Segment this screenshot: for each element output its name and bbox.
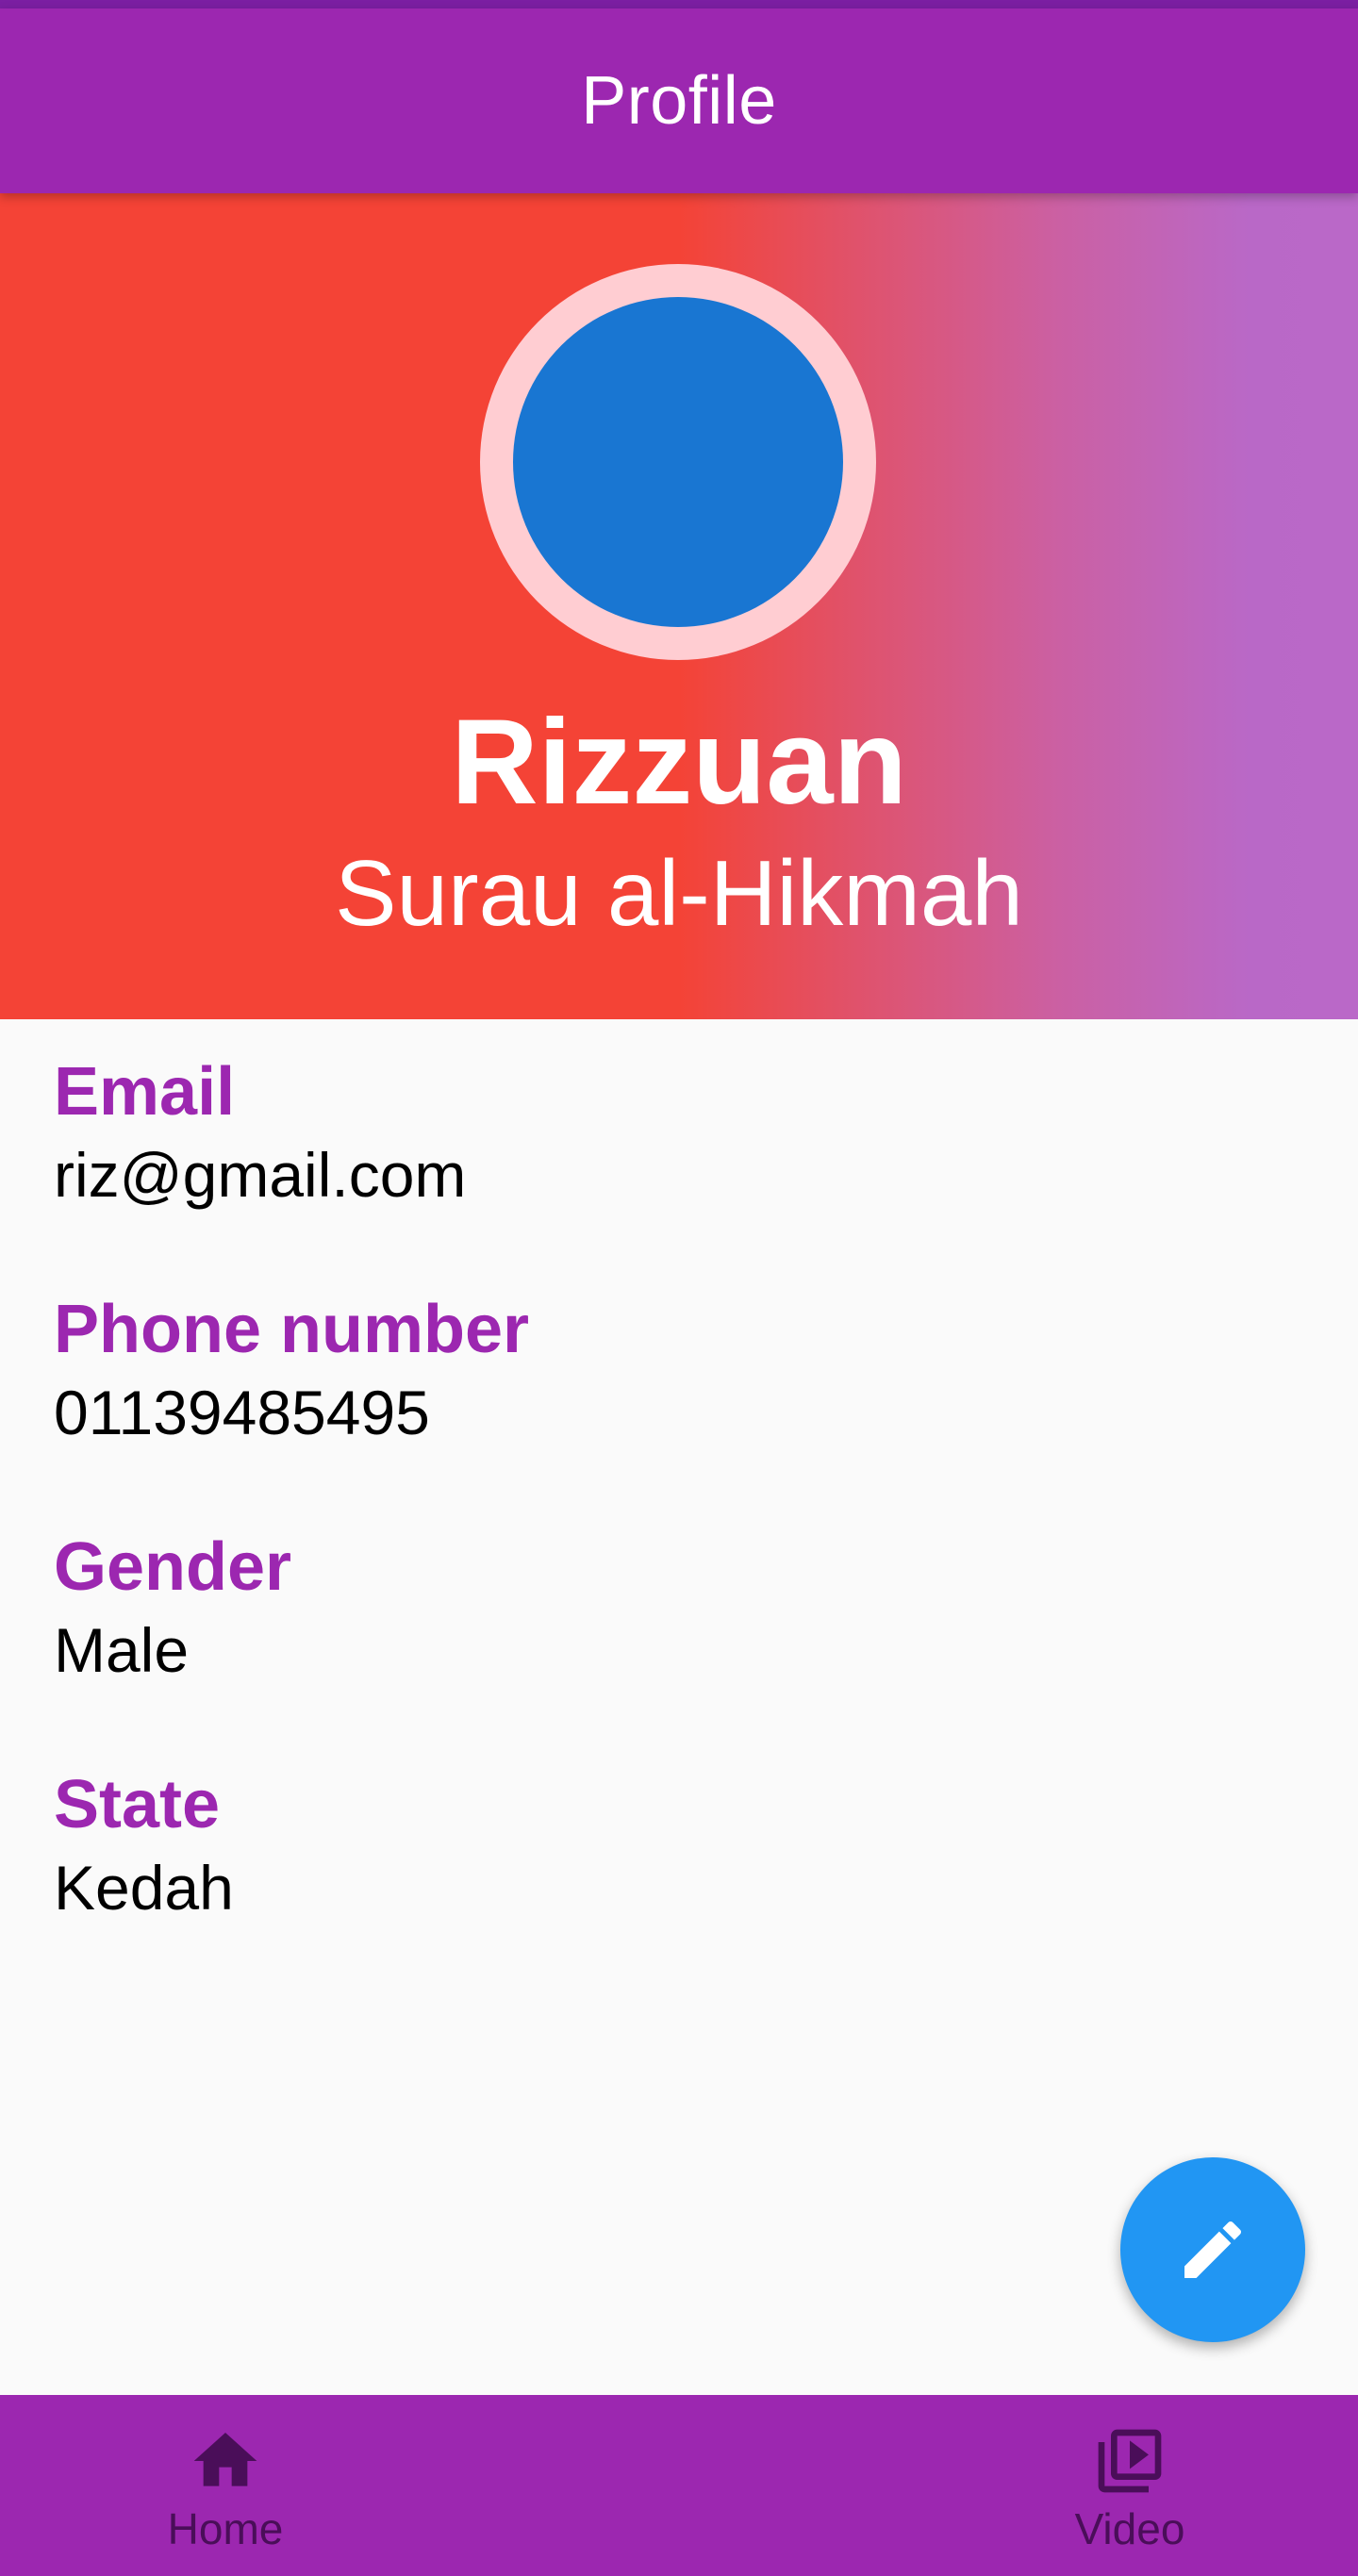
home-icon: [193, 2433, 257, 2486]
gender-value: Male: [54, 1615, 190, 1685]
profile-header: Rizzuan Surau al-Hikmah: [0, 193, 1358, 1019]
edit-profile-button[interactable]: [1120, 2157, 1305, 2342]
page-title: Profile: [581, 63, 777, 139]
phone-field: Phone number 01139485495: [54, 1292, 1280, 1450]
profile-organization: Surau al-Hikmah: [335, 841, 1023, 945]
email-field: Email riz@gmail.com: [54, 1054, 1280, 1213]
gender-field: Gender Male: [54, 1529, 1280, 1688]
email-value: riz@gmail.com: [54, 1140, 467, 1210]
profile-screen: Profile Rizzuan Surau al-Hikmah Email ri…: [0, 0, 1358, 2576]
edit-icon: [1184, 2221, 1242, 2278]
state-value: Kedah: [54, 1853, 234, 1923]
profile-name: Rizzuan: [451, 695, 907, 830]
avatar[interactable]: [513, 297, 843, 627]
gender-label: Gender: [54, 1529, 292, 1605]
phone-value: 01139485495: [54, 1378, 430, 1447]
phone-label: Phone number: [54, 1292, 530, 1367]
state-field: State Kedah: [54, 1767, 1280, 1925]
avatar-ring: [480, 264, 876, 660]
bottom-navigation: Home Video: [0, 2395, 1358, 2576]
email-label: Email: [54, 1054, 236, 1130]
video-library-icon: [1098, 2429, 1162, 2493]
state-label: State: [54, 1767, 221, 1842]
status-bar: [0, 0, 1358, 8]
nav-item-home[interactable]: Home: [84, 2395, 367, 2576]
nav-label-home: Home: [167, 2504, 284, 2553]
nav-label-video: Video: [1074, 2504, 1185, 2553]
nav-item-video[interactable]: Video: [988, 2395, 1271, 2576]
app-bar: Profile: [0, 8, 1358, 193]
